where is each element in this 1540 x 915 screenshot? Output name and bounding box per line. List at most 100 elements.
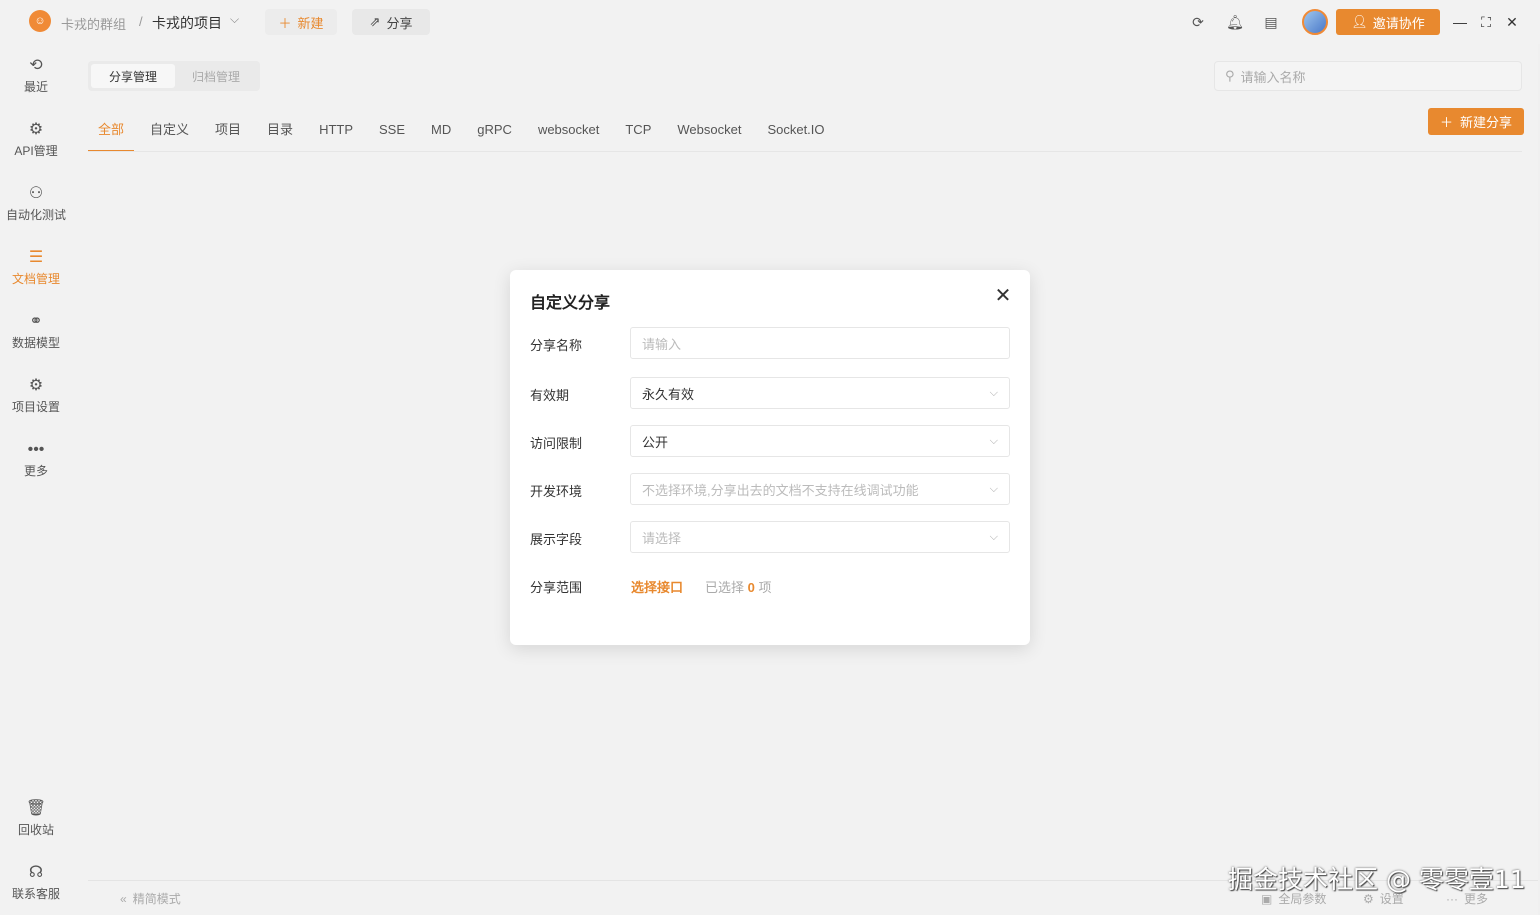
settings-icon: ⚙ [28,377,44,394]
maximize-icon[interactable]: ⛶ [1475,11,1497,33]
app-logo-icon[interactable]: ☺ [29,10,51,32]
chevron-down-icon: ⌵ [989,530,998,543]
user-plus-icon: 👤︎ [1351,14,1368,29]
history-icon: ⟲ [29,57,43,74]
share-name-input[interactable]: 请输入 [630,327,1010,359]
sidebar-item-api[interactable]: ⚙ API管理 [0,120,72,176]
sidebar-item-recent[interactable]: ⟲ 最近 [0,56,72,112]
chevron-down-icon: ⌵ [989,482,998,495]
tab-custom[interactable]: 自定义 [140,109,199,152]
chevron-down-icon[interactable]: ⌵ [230,12,239,27]
plus-icon: ＋ [278,15,292,31]
env-label: 开发环境 [530,484,583,499]
simple-mode-toggle[interactable]: « 精简模式 [120,890,181,907]
tab-tcp[interactable]: TCP [615,109,661,152]
env-select[interactable]: 不选择环境,分享出去的文档不支持在线调试功能 ⌵ [630,473,1010,505]
new-button[interactable]: ＋ 新建 [265,9,337,35]
refresh-icon[interactable]: ⟳ [1188,12,1208,32]
display-fields-placeholder: 请选择 [642,530,682,546]
bell-icon[interactable]: 🔔︎ [1225,12,1245,32]
env-placeholder: 不选择环境,分享出去的文档不支持在线调试功能 [642,482,919,498]
segment-share-manage[interactable]: 分享管理 [91,64,175,88]
double-chevron-left-icon: « [120,891,127,906]
tab-md[interactable]: MD [421,109,461,152]
sidebar-item-trash[interactable]: 🗑 回收站 [0,799,72,855]
close-window-icon[interactable]: ✕ [1501,11,1523,33]
expiry-label: 有效期 [530,388,570,403]
breadcrumb-project[interactable]: 卡戎的项目 [152,13,222,33]
sidebar-item-settings[interactable]: ⚙ 项目设置 [0,376,72,432]
segment-archive-manage[interactable]: 归档管理 [176,64,256,88]
sidebar-item-autotest[interactable]: ⚇ 自动化测试 [0,184,72,240]
minimize-icon[interactable]: — [1449,11,1471,33]
tab-all[interactable]: 全部 [88,109,135,152]
tab-project[interactable]: 项目 [205,109,251,152]
selected-suffix: 项 [758,580,772,595]
sidebar-item-label: 最近 [23,80,48,94]
avatar[interactable] [1302,9,1328,35]
sidebar-item-label: API管理 [14,144,58,158]
selected-prefix: 已选择 [705,580,745,595]
sidebar-item-support[interactable]: ☊ 联系客服 [0,863,72,915]
tab-http[interactable]: HTTP [309,109,363,152]
new-share-button[interactable]: ＋ 新建分享 [1428,108,1524,135]
select-api-link[interactable]: 选择接口 [631,577,683,596]
share-button[interactable]: ⇗ 分享 [352,9,430,35]
share-name-label: 分享名称 [530,338,583,353]
trash-icon: 🗑 [25,800,47,817]
share-button-label: 分享 [386,15,413,31]
selected-count: 0 [747,580,755,595]
search-placeholder: 请输入名称 [1240,69,1306,85]
dialog-title: 自定义分享 [530,295,611,312]
document-icon: ☰ [28,249,44,266]
sidebar-item-label: 项目设置 [11,400,60,414]
tab-directory[interactable]: 目录 [257,109,303,152]
sidebar-item-datamodel[interactable]: ⚭ 数据模型 [0,312,72,368]
sidebar-item-label: 回收站 [17,823,54,837]
access-value: 公开 [642,434,669,450]
type-tabs: 全部 自定义 项目 目录 HTTP SSE MD gRPC websocket … [88,109,841,152]
segment-control: 分享管理 归档管理 [88,61,260,91]
display-fields-label: 展示字段 [530,532,583,547]
headset-icon: ☊ [28,864,44,881]
sidebar-item-more[interactable]: ••• 更多 [0,440,72,496]
access-select[interactable]: 公开 ⌵ [630,425,1010,457]
sidebar-item-label: 数据模型 [11,336,60,350]
access-label: 访问限制 [530,436,583,451]
sidebar-item-docs[interactable]: ☰ 文档管理 [0,248,72,304]
invite-button-label: 邀请协作 [1372,15,1425,31]
share-range-label: 分享范围 [530,580,583,595]
expiry-select[interactable]: 永久有效 ⌵ [630,377,1010,409]
tab-websocket-lower[interactable]: websocket [528,109,609,152]
tab-websocket[interactable]: Websocket [667,109,751,152]
chevron-down-icon: ⌵ [989,434,998,447]
tab-grpc[interactable]: gRPC [467,109,522,152]
watermark: 掘金技术社区 @ 零零壹11 [1228,865,1526,894]
more-icon: ••• [27,441,45,458]
sidebar-item-label: 文档管理 [11,272,60,286]
flow-icon: ⚇ [28,185,44,202]
title-bar: ☺ 卡戎的群组 / 卡戎的项目 ⌵ ＋ 新建 ⇗ 分享 ⟳ 🔔︎ ▤ 👤︎ 邀请… [0,0,1540,44]
breadcrumb-team[interactable]: 卡戎的群组 [61,14,126,33]
share-name-placeholder: 请输入 [642,336,682,352]
selected-count-text: 已选择 0 项 [705,577,772,596]
search-input[interactable]: ⚲ 请输入名称 [1214,61,1522,91]
invite-button[interactable]: 👤︎ 邀请协作 [1336,9,1440,35]
new-button-label: 新建 [297,15,324,31]
share-icon: ⇗ [369,14,381,29]
api-icon: ⚙ [28,121,44,138]
chevron-down-icon: ⌵ [989,386,998,399]
tab-socketio[interactable]: Socket.IO [757,109,834,152]
plus-icon: ＋ [1439,115,1453,130]
sidebar-item-label: 自动化测试 [5,208,66,222]
tabs-divider [88,151,1522,152]
search-icon: ⚲ [1225,68,1235,83]
simple-mode-label: 精简模式 [132,892,181,906]
display-fields-select[interactable]: 请选择 ⌵ [630,521,1010,553]
close-icon[interactable]: ✕ [994,286,1012,306]
expiry-value: 永久有效 [642,386,695,402]
tab-sse[interactable]: SSE [369,109,415,152]
custom-share-dialog: 自定义分享 ✕ 分享名称 请输入 有效期 永久有效 ⌵ 访问限制 公开 ⌵ 开发… [510,270,1030,645]
breadcrumb-separator: / [139,14,143,29]
list-icon[interactable]: ▤ [1261,12,1281,32]
